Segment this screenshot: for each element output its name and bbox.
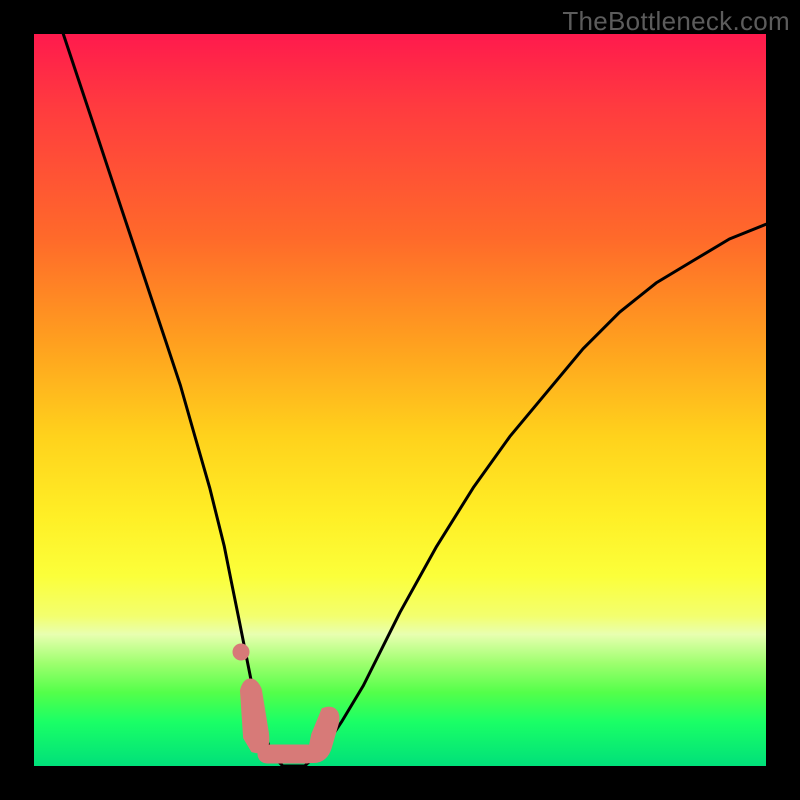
pink-left-lobe <box>247 686 262 747</box>
plot-area <box>34 34 766 766</box>
bottleneck-curve <box>63 34 766 766</box>
outer-frame: TheBottleneck.com <box>0 0 800 800</box>
watermark-text: TheBottleneck.com <box>562 6 790 37</box>
chart-overlay <box>34 34 766 766</box>
pink-dot-icon <box>233 644 249 660</box>
pink-right-lobe <box>314 714 332 756</box>
